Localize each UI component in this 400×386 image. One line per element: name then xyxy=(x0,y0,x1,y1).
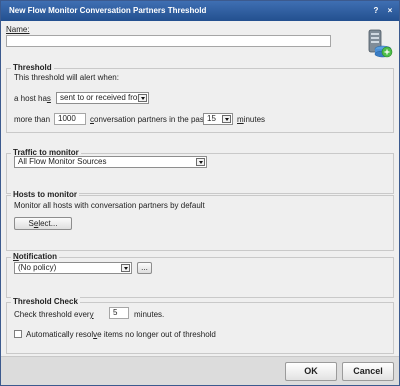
chevron-down-icon xyxy=(138,94,147,102)
auto-resolve-label[interactable]: Automatically resolve items no longer ou… xyxy=(26,330,216,339)
check-every-label: Check threshold every xyxy=(14,310,94,319)
hosts-legend: Hosts to monitor xyxy=(11,190,79,199)
chevron-down-icon xyxy=(222,115,231,123)
ok-button[interactable]: OK xyxy=(285,362,337,381)
direction-select[interactable]: sent to or received from xyxy=(56,92,149,104)
server-network-icon xyxy=(368,29,393,58)
help-button[interactable]: ? xyxy=(371,6,381,16)
dialog-window: New Flow Monitor Conversation Partners T… xyxy=(0,0,400,386)
hosts-description: Monitor all hosts with conversation part… xyxy=(14,201,205,210)
duration-select[interactable]: 15 xyxy=(203,113,233,125)
auto-resolve-checkbox[interactable] xyxy=(14,330,22,338)
threshold-legend: Threshold xyxy=(11,63,54,72)
notification-legend: Notification xyxy=(11,252,59,261)
threshold-description: This threshold will alert when: xyxy=(14,73,119,82)
name-label: Name: xyxy=(6,25,30,34)
dialog-body: Name: Threshold This threshold will aler… xyxy=(1,21,399,356)
title-bar[interactable]: New Flow Monitor Conversation Partners T… xyxy=(1,1,399,21)
chevron-down-icon xyxy=(196,158,205,166)
check-interval-input[interactable]: 5 xyxy=(109,307,129,319)
browse-policy-button[interactable]: ... xyxy=(137,262,152,274)
name-input[interactable] xyxy=(6,35,331,47)
minutes-label: minutes xyxy=(237,115,266,124)
check-minutes-label: minutes. xyxy=(134,310,165,319)
host-label: a host has xyxy=(14,94,51,103)
more-than-label: more than xyxy=(14,115,51,124)
chevron-down-icon xyxy=(121,264,130,272)
threshold-check-legend: Threshold Check xyxy=(11,297,80,306)
close-button[interactable]: × xyxy=(385,6,395,16)
partner-count-input[interactable]: 1000 xyxy=(54,113,86,125)
partners-label: conversation partners in the past xyxy=(90,115,207,124)
cancel-button[interactable]: Cancel xyxy=(342,362,394,381)
notification-policy-select[interactable]: (No policy) xyxy=(14,262,132,274)
dialog-footer: OK Cancel xyxy=(1,356,399,385)
select-hosts-button[interactable]: Select... xyxy=(14,217,72,230)
dialog-title: New Flow Monitor Conversation Partners T… xyxy=(9,6,207,15)
traffic-source-select[interactable]: All Flow Monitor Sources xyxy=(14,156,207,168)
